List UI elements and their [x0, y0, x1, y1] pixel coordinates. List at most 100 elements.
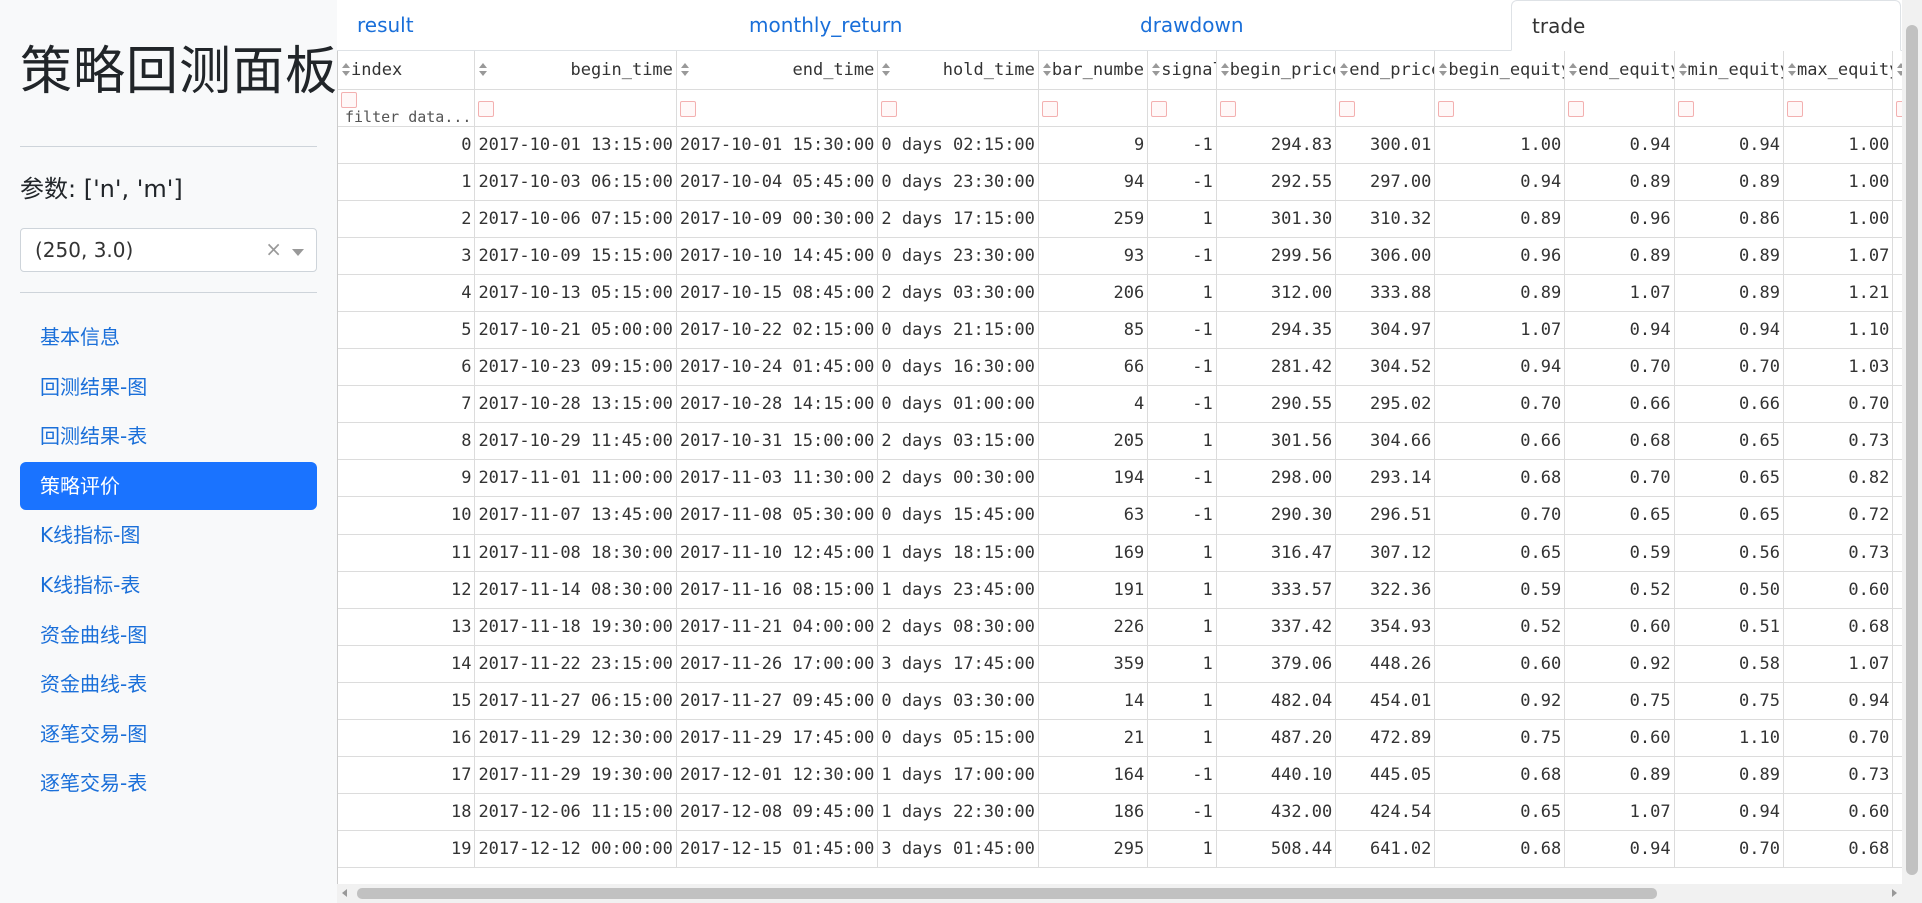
table-row[interactable]: 9 2017-11-01 11:00:00 2017-11-03 11:30:00 2… — [338, 459, 1903, 498]
filter-icon[interactable] — [679, 100, 696, 117]
chevron-down-icon[interactable] — [292, 249, 304, 256]
sort-icon[interactable] — [1339, 62, 1349, 78]
scroll-left-icon[interactable] — [342, 889, 347, 897]
table-cell: 440.10 — [1216, 756, 1337, 795]
column-header[interactable]: begin_price — [1216, 51, 1337, 90]
filter-cell[interactable] — [1564, 89, 1675, 127]
column-header[interactable]: end_price — [1335, 51, 1436, 90]
filter-cell[interactable] — [676, 89, 879, 127]
filter-cell[interactable] — [474, 89, 677, 127]
sort-icon[interactable] — [1438, 62, 1448, 78]
sidebar: 策略回测面板 参数: ['n', 'm'] (250, 3.0) × 基本信息 … — [0, 0, 337, 903]
column-header[interactable]: max_equity — [1783, 51, 1894, 90]
filter-icon[interactable] — [881, 100, 898, 117]
filter-icon[interactable] — [1219, 100, 1236, 117]
nav-item-equity-table[interactable]: 资金曲线-表 — [20, 660, 317, 708]
filter-icon[interactable] — [1438, 100, 1455, 117]
column-header[interactable]: begin_time — [474, 51, 677, 90]
sort-icon[interactable] — [1568, 62, 1578, 78]
table-row[interactable]: 19 2017-12-12 00:00:00 2017-12-15 01:45:00… — [338, 830, 1903, 869]
table-row[interactable]: 1 2017-10-03 06:15:00 2017-10-04 05:45:00 0… — [338, 163, 1903, 201]
table-row[interactable]: 12 2017-11-14 08:30:00 2017-11-16 08:15:00… — [338, 571, 1903, 609]
nav-item-backtest-table[interactable]: 回测结果-表 — [20, 412, 317, 460]
filter-cell[interactable] — [877, 89, 1039, 127]
table-row[interactable]: 16 2017-11-29 12:30:00 2017-11-29 17:45:00… — [338, 719, 1903, 758]
tab-result[interactable]: result — [357, 0, 414, 51]
clear-icon[interactable]: × — [265, 237, 282, 261]
table-row[interactable]: 15 2017-11-27 06:15:00 2017-11-27 09:45:00… — [338, 682, 1903, 721]
tab-monthly-return[interactable]: monthly_return — [749, 0, 902, 51]
table-row[interactable]: 13 2017-11-18 19:30:00 2017-11-21 04:00:00… — [338, 608, 1903, 646]
column-header[interactable]: end_time — [676, 51, 879, 90]
column-header[interactable]: min_equity — [1674, 51, 1784, 90]
table-cell: 2017-10-10 14:45:00 — [676, 237, 879, 275]
sort-icon[interactable] — [881, 62, 891, 78]
table-row[interactable]: 0 2017-10-01 13:15:00 2017-10-01 15:30:00 0… — [338, 126, 1903, 164]
vertical-scrollbar[interactable] — [1902, 0, 1922, 903]
column-header[interactable]: index — [338, 51, 476, 90]
nav-item-strategy-evaluation[interactable]: 策略评价 — [20, 461, 317, 510]
table-row[interactable]: 10 2017-11-07 13:45:00 2017-11-08 05:30:00… — [338, 496, 1903, 535]
column-header-label: begin_time — [570, 59, 673, 80]
scrollbar-thumb[interactable] — [1906, 25, 1918, 875]
table-cell: 1 — [1147, 608, 1217, 646]
sort-icon[interactable] — [1042, 62, 1052, 78]
filter-icon[interactable] — [1568, 100, 1585, 117]
column-header[interactable]: bar_number — [1038, 51, 1149, 90]
filter-icon[interactable] — [1041, 100, 1058, 117]
table-row[interactable]: 14 2017-11-22 23:15:00 2017-11-26 17:00:00… — [338, 645, 1903, 683]
table-row[interactable]: 7 2017-10-28 13:15:00 2017-10-28 14:15:00 0… — [338, 385, 1903, 424]
nav-item-trades-table[interactable]: 逐笔交易-表 — [20, 759, 317, 807]
column-header[interactable]: signal — [1147, 51, 1217, 90]
filter-cell[interactable] — [1434, 89, 1566, 127]
filter-icon[interactable] — [1677, 100, 1694, 117]
filter-cell[interactable] — [1147, 89, 1217, 127]
filter-cell[interactable] — [1038, 89, 1149, 127]
table-cell: 0.70 — [1564, 348, 1675, 387]
column-header[interactable]: hold_time — [877, 51, 1039, 90]
table-cell: 2 days 03:30:00 — [877, 274, 1039, 312]
filter-icon[interactable] — [1339, 100, 1356, 117]
tab-drawdown[interactable]: drawdown — [1140, 0, 1244, 51]
filter-icon[interactable] — [1786, 100, 1803, 117]
filter-cell[interactable] — [1216, 89, 1337, 127]
filter-input[interactable]: filter data... — [345, 108, 471, 126]
table-row[interactable]: 6 2017-10-23 09:15:00 2017-10-24 01:45:00 0… — [338, 348, 1903, 387]
nav-item-basic-info[interactable]: 基本信息 — [20, 313, 317, 361]
sort-icon[interactable] — [1678, 62, 1688, 78]
filter-cell[interactable] — [1674, 89, 1784, 127]
scroll-right-icon[interactable] — [1892, 889, 1897, 897]
sort-icon[interactable] — [341, 62, 351, 78]
sort-icon[interactable] — [478, 62, 488, 78]
table-cell: 292.55 — [1216, 163, 1337, 201]
nav-item-equity-chart[interactable]: 资金曲线-图 — [20, 611, 317, 659]
horizontal-scrollbar[interactable] — [337, 884, 1902, 903]
table-row[interactable]: 5 2017-10-21 05:00:00 2017-10-22 02:15:00 0… — [338, 311, 1903, 350]
sort-icon[interactable] — [1220, 62, 1230, 78]
table-row[interactable]: 4 2017-10-13 05:15:00 2017-10-15 08:45:00 2… — [338, 274, 1903, 312]
table-row[interactable]: 17 2017-11-29 19:30:00 2017-12-01 12:30:00… — [338, 756, 1903, 795]
scrollbar-thumb[interactable] — [357, 888, 1657, 899]
filter-cell[interactable]: filter data... — [338, 89, 476, 127]
nav-item-trades-chart[interactable]: 逐笔交易-图 — [20, 710, 317, 758]
sort-icon[interactable] — [680, 62, 690, 78]
table-row[interactable]: 3 2017-10-09 15:15:00 2017-10-10 14:45:00 0… — [338, 237, 1903, 275]
filter-icon[interactable] — [478, 100, 495, 117]
column-header[interactable]: end_equity — [1564, 51, 1675, 90]
filter-icon[interactable] — [341, 91, 357, 108]
column-header[interactable]: begin_equity — [1434, 51, 1566, 90]
filter-cell[interactable] — [1783, 89, 1894, 127]
table-row[interactable]: 18 2017-12-06 11:15:00 2017-12-08 09:45:00… — [338, 793, 1903, 832]
table-row[interactable]: 2 2017-10-06 07:15:00 2017-10-09 00:30:00 2… — [338, 200, 1903, 238]
filter-cell[interactable] — [1335, 89, 1436, 127]
filter-icon[interactable] — [1151, 100, 1168, 117]
tab-trade[interactable]: trade — [1511, 0, 1901, 51]
sort-icon[interactable] — [1787, 62, 1797, 78]
nav-item-kline-chart[interactable]: K线指标-图 — [20, 511, 317, 559]
sort-icon[interactable] — [1151, 62, 1161, 78]
param-select[interactable]: (250, 3.0) × — [20, 228, 317, 272]
nav-item-backtest-chart[interactable]: 回测结果-图 — [20, 363, 317, 411]
table-row[interactable]: 11 2017-11-08 18:30:00 2017-11-10 12:45:00… — [338, 534, 1903, 572]
table-row[interactable]: 8 2017-10-29 11:45:00 2017-10-31 15:00:00 2… — [338, 422, 1903, 461]
nav-item-kline-table[interactable]: K线指标-表 — [20, 561, 317, 609]
